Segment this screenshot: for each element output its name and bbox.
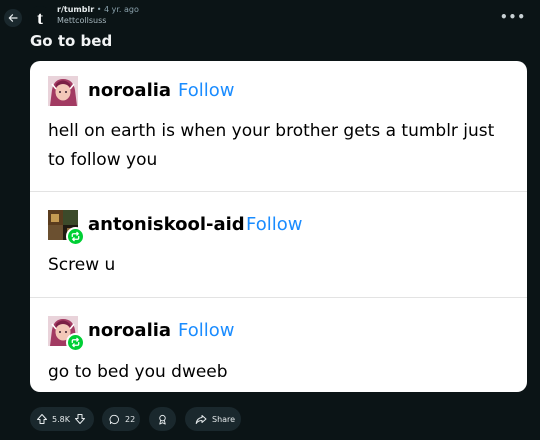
follow-button[interactable]: Follow	[178, 80, 234, 101]
post-title: Go to bed	[30, 32, 113, 50]
post-text: go to bed you dweeb	[48, 362, 228, 382]
meta-separator: •	[96, 5, 102, 14]
back-button[interactable]	[4, 9, 22, 27]
username[interactable]: noroalia	[88, 80, 171, 101]
share-icon	[195, 414, 207, 424]
post-header: t r/tumblr • 4 yr. ago Mettcollsuss •••	[0, 0, 540, 34]
username[interactable]: noroalia	[88, 320, 171, 341]
post-meta: r/tumblr • 4 yr. ago Mettcollsuss	[57, 6, 139, 25]
share-button[interactable]: Share	[185, 407, 241, 431]
avatar	[48, 76, 78, 106]
more-options-button[interactable]: •••	[500, 10, 526, 24]
follow-button[interactable]: Follow	[246, 214, 302, 235]
author-link[interactable]: Mettcollsuss	[57, 17, 139, 25]
share-label: Share	[212, 414, 236, 424]
vote-bar: 5.8K	[30, 407, 94, 431]
award-icon	[159, 414, 166, 425]
divider	[30, 191, 527, 192]
username[interactable]: antoniskool-aid	[88, 214, 245, 235]
follow-button[interactable]: Follow	[178, 320, 234, 341]
tumblr-logo-icon: t	[37, 7, 43, 28]
post-age: 4 yr. ago	[103, 5, 139, 14]
subreddit-avatar[interactable]: t	[28, 6, 52, 30]
award-button[interactable]	[149, 407, 176, 431]
score: 5.8K	[52, 414, 70, 424]
post-text: hell on earth is when your brother gets …	[48, 121, 495, 170]
divider	[30, 297, 527, 298]
arrow-left-icon	[8, 14, 18, 22]
comment-count: 22	[125, 414, 136, 424]
reblog-icon	[66, 227, 85, 246]
upvote-icon[interactable]	[36, 413, 48, 425]
comment-icon	[109, 414, 119, 424]
post-image[interactable]: noroalia Follow hell on earth is when yo…	[30, 61, 527, 392]
subreddit-link[interactable]: r/tumblr	[57, 5, 94, 14]
reblog-icon	[66, 333, 85, 352]
comments-button[interactable]: 22	[102, 407, 140, 431]
post-text: Screw u	[48, 255, 116, 275]
downvote-icon[interactable]	[74, 413, 86, 425]
